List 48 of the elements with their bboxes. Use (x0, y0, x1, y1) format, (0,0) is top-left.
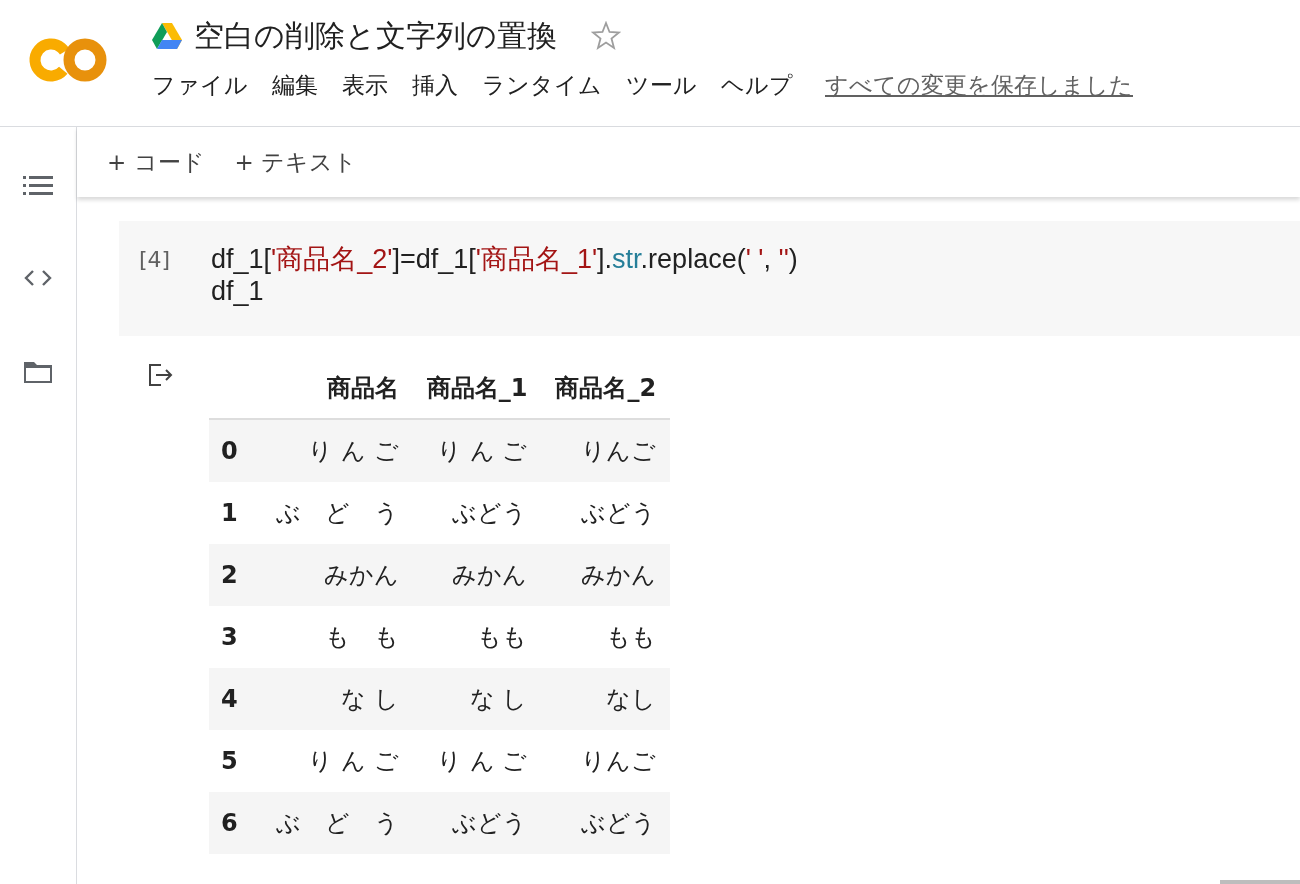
table-cell: な し (261, 668, 413, 730)
row-index: 5 (209, 730, 262, 792)
table-cell: もも (541, 606, 671, 668)
table-cell: なし (541, 668, 671, 730)
table-cell: もも (412, 606, 542, 668)
code-line: df_1['商品名_2']=df_1['商品名_1'].str.replace(' ', '') (211, 243, 798, 275)
row-index: 4 (209, 668, 262, 730)
table-cell: りんご (541, 730, 671, 792)
code-line: df_1 (211, 275, 265, 307)
row-index: 1 (209, 482, 262, 544)
table-cell: り ん ご (412, 419, 542, 482)
table-cell: な し (412, 668, 542, 730)
drive-icon (152, 23, 182, 49)
table-cell: り ん ご (261, 419, 413, 482)
row-index: 0 (209, 419, 262, 482)
menu-item[interactable]: 挿入 (412, 70, 458, 101)
add-cell-button[interactable]: + コード (99, 142, 213, 182)
table-cell: ぶ ど う (261, 482, 413, 544)
table-cell: り ん ご (261, 730, 413, 792)
output-icon[interactable] (147, 362, 175, 388)
add-cell-button[interactable]: + テキスト (226, 142, 366, 182)
menu-item[interactable]: 編集 (272, 70, 318, 101)
menu-item[interactable]: ランタイム (482, 70, 602, 101)
folder-icon[interactable] (22, 359, 54, 385)
notebook-title[interactable]: 空白の削除と文字列の置換 (194, 15, 557, 57)
table-cell: りんご (541, 419, 671, 482)
row-index: 3 (209, 606, 262, 668)
menu-item[interactable]: ツール (626, 70, 697, 101)
menu-item[interactable]: ヘルプ (721, 70, 793, 101)
row-index: 2 (209, 544, 262, 606)
table-cell: ぶ ど う (261, 792, 413, 854)
table-cell: ぶどう (412, 792, 542, 854)
table-cell: みかん (541, 544, 671, 606)
table-cell: ぶどう (541, 792, 671, 854)
menu-item[interactable]: 表示 (342, 70, 388, 101)
code-cell[interactable]: [4] df_1['商品名_2']=df_1['商品名_1'].str.replace(' ', '') df_1 (119, 221, 1300, 336)
row-index: 6 (209, 792, 262, 854)
table-of-contents-icon[interactable] (23, 175, 53, 197)
execution-count: [4] (139, 246, 172, 274)
table-cell: みかん (412, 544, 542, 606)
table-cell: も も (261, 606, 413, 668)
save-status-link[interactable]: すべての変更を保存しました (825, 70, 1133, 101)
table-cell: り ん ご (412, 730, 542, 792)
menu-item[interactable]: ファイル (152, 70, 248, 101)
table-cell: ぶどう (541, 482, 671, 544)
star-icon[interactable] (591, 21, 621, 51)
table-cell: ぶどう (412, 482, 542, 544)
table-cell: みかん (261, 544, 413, 606)
